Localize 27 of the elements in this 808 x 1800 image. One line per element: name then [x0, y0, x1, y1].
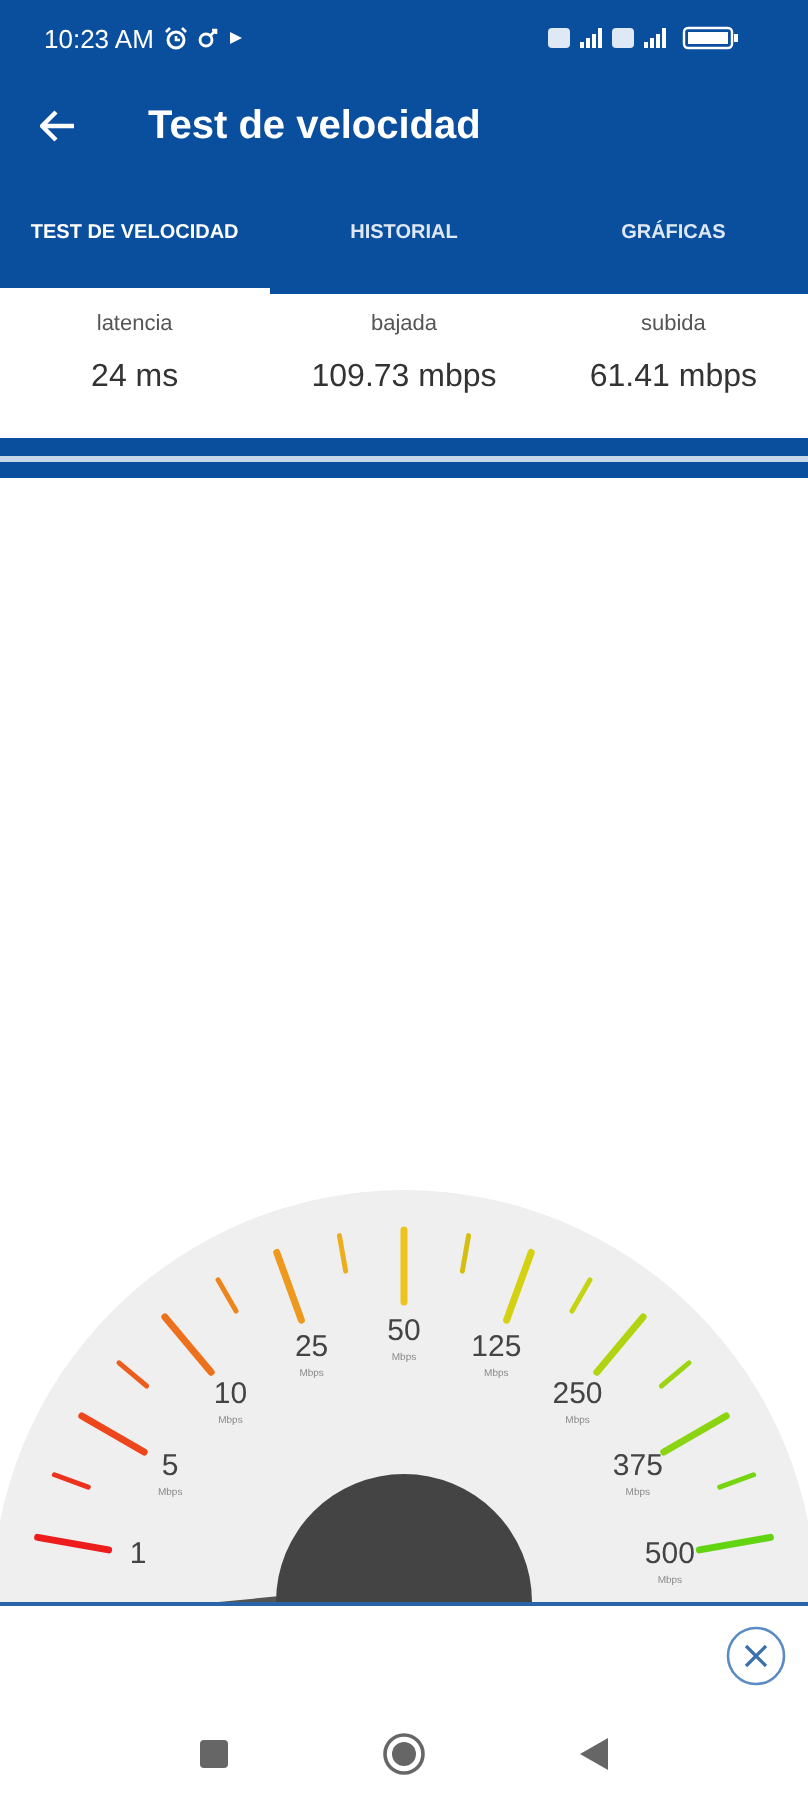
gauge-label: 375	[612, 1449, 663, 1483]
male-icon	[197, 28, 218, 48]
alarm-icon	[163, 26, 188, 50]
gauge-label: 500	[644, 1537, 695, 1572]
gauge-label: 50	[387, 1314, 421, 1348]
back-icon[interactable]	[578, 1736, 610, 1772]
stat-label: subida	[640, 312, 706, 336]
stat-value: 61.41 mbps	[589, 360, 757, 396]
gauge-label: 10	[213, 1377, 248, 1412]
back-arrow-icon[interactable]	[40, 110, 76, 142]
tab[interactable]: HISTORIAL	[269, 176, 539, 294]
stat-value: 109.73 mbps	[311, 360, 497, 396]
gauge-label: 250	[552, 1377, 603, 1412]
play-icon	[227, 30, 244, 46]
stat-label: bajada	[370, 312, 438, 336]
gauge-label: 5	[161, 1449, 179, 1483]
status-time: 10:23 AM	[44, 23, 154, 53]
screen-title: Test de velocidad	[148, 103, 481, 149]
tab[interactable]: GRÁFICAS	[538, 176, 808, 294]
stat-value: 24 ms	[91, 360, 179, 396]
home-icon[interactable]	[382, 1732, 426, 1776]
close-icon[interactable]	[724, 1624, 788, 1688]
gauge-label: 125	[471, 1330, 522, 1365]
recents-icon[interactable]	[198, 1738, 230, 1770]
stat-label: latencia	[96, 312, 173, 336]
gauge-label: 1	[129, 1537, 147, 1572]
gauge-label: 25	[294, 1330, 329, 1365]
